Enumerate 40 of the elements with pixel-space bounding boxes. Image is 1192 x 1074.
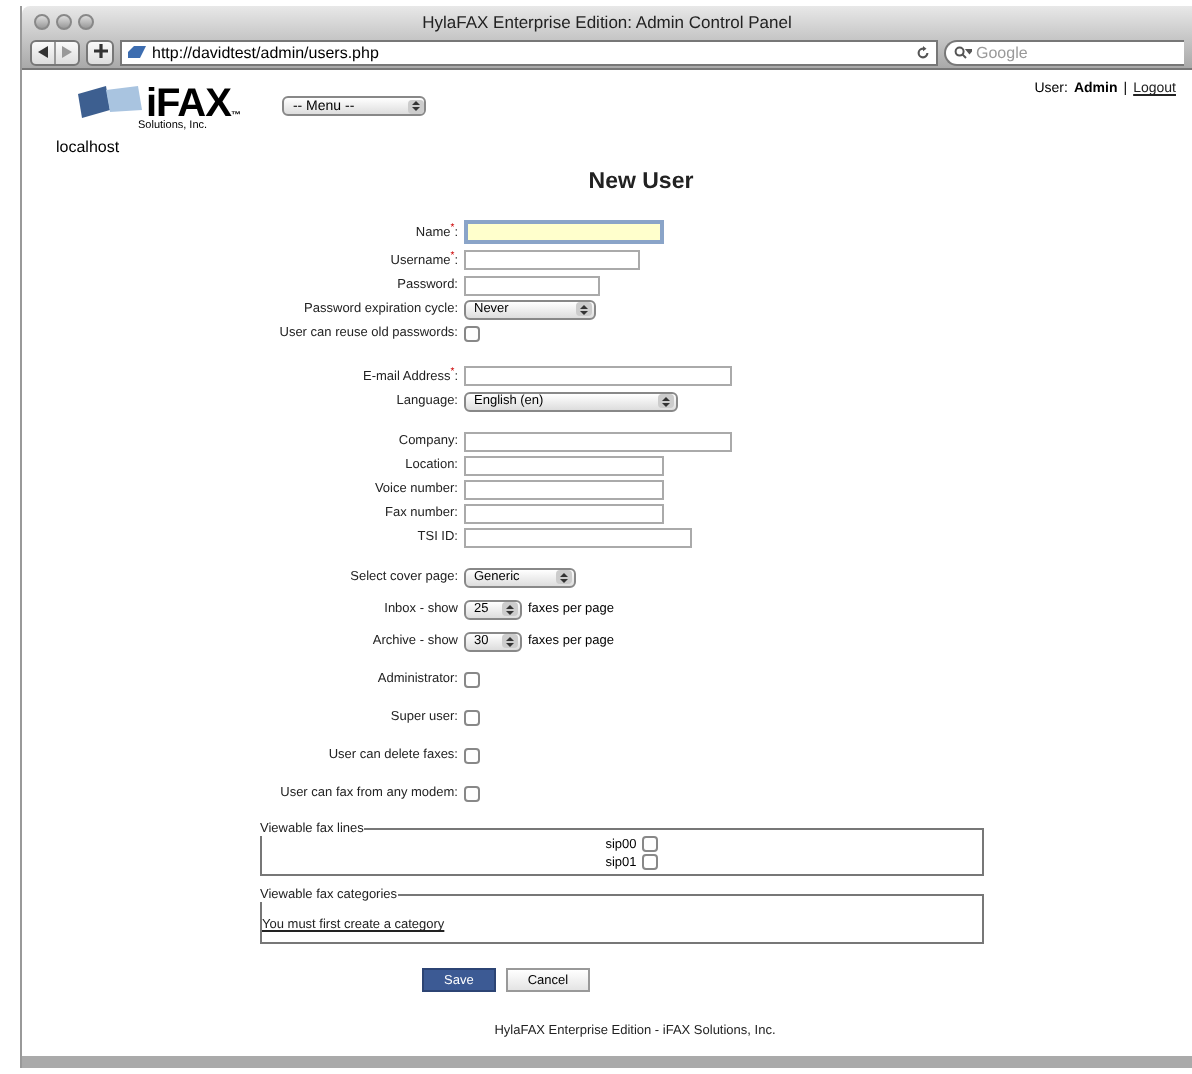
host-name: localhost: [56, 138, 120, 156]
minimize-button[interactable]: [56, 13, 72, 29]
checkbox[interactable]: [464, 671, 480, 688]
back-icon: [38, 46, 48, 58]
plus-icon: [93, 43, 107, 57]
zoom-button[interactable]: [78, 13, 94, 29]
text-field[interactable]: [464, 219, 664, 244]
window-title: HylaFAX Enterprise Edition: Admin Control Panel: [422, 11, 792, 31]
address-bar[interactable]: http://davidtest/admin/users.php: [120, 39, 938, 65]
stepper-icon: [576, 302, 592, 317]
add-bookmark-button[interactable]: [86, 39, 114, 65]
page-heading: New User: [586, 170, 696, 194]
stepper-icon: [658, 394, 674, 409]
text-field[interactable]: [464, 479, 664, 500]
checkbox[interactable]: [464, 325, 480, 342]
search-icon: [954, 45, 972, 59]
reload-icon[interactable]: [916, 45, 930, 59]
stepper-icon: [556, 570, 572, 585]
stepper-icon: [502, 634, 518, 649]
text-field[interactable]: [464, 365, 732, 386]
text-field[interactable]: [464, 249, 640, 270]
stepper-icon: [408, 99, 425, 113]
text-field[interactable]: [464, 275, 600, 296]
forward-icon: [62, 46, 72, 58]
text-field[interactable]: [464, 431, 732, 452]
checkbox[interactable]: [464, 785, 480, 802]
globe-icon: [128, 46, 146, 58]
logo-text: iFAX: [146, 86, 231, 122]
text-field[interactable]: [464, 455, 664, 476]
checkbox[interactable]: [642, 836, 659, 853]
text-field[interactable]: [464, 503, 664, 524]
checkbox[interactable]: [464, 709, 480, 726]
logo-icon: [78, 86, 146, 118]
text-field[interactable]: [464, 527, 692, 548]
search-box[interactable]: Google: [944, 39, 1184, 65]
close-button[interactable]: [34, 13, 50, 29]
checkbox[interactable]: [642, 854, 659, 871]
checkbox[interactable]: [464, 747, 480, 764]
search-field[interactable]: Google: [976, 42, 1184, 62]
stepper-icon: [502, 602, 518, 617]
